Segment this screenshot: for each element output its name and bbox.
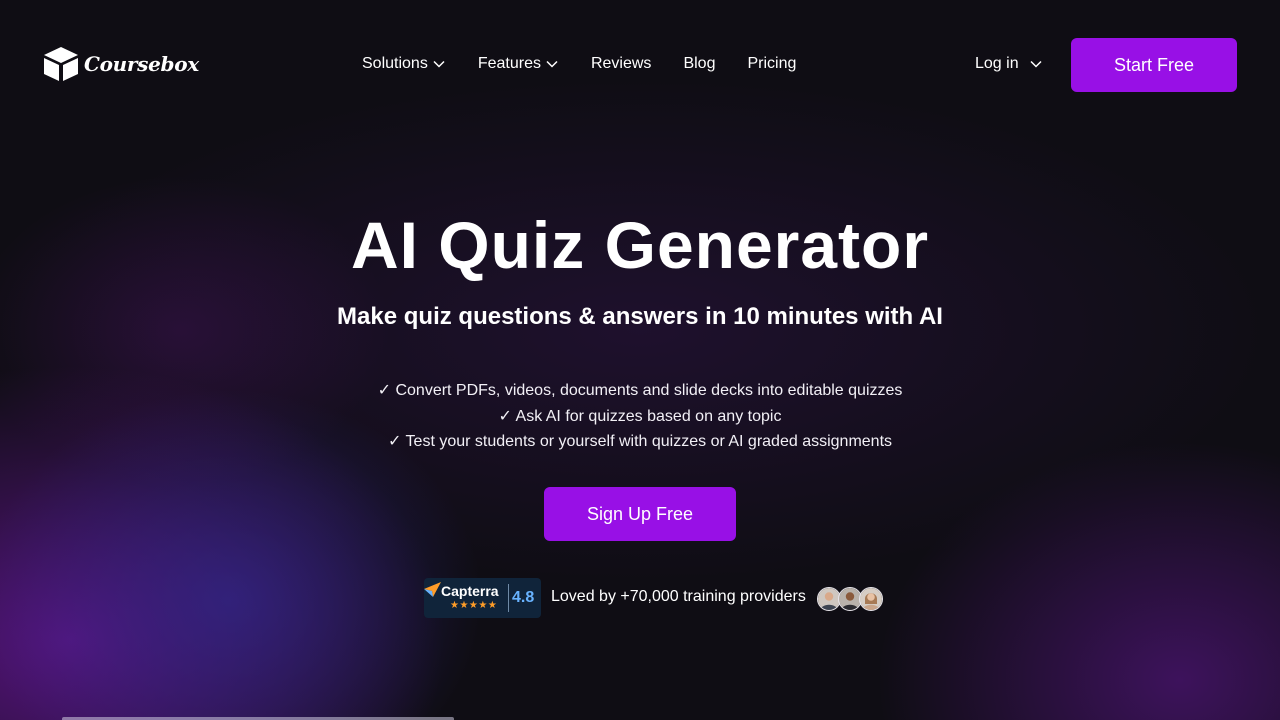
main-nav: Solutions Features Reviews Blog Pricing — [362, 54, 796, 74]
badge-divider — [508, 584, 509, 612]
capterra-name: Capterra — [441, 583, 499, 599]
benefit-list: ✓ Convert PDFs, videos, documents and sl… — [0, 378, 1280, 455]
nav-reviews[interactable]: Reviews — [591, 54, 651, 74]
nav-blog[interactable]: Blog — [683, 54, 715, 74]
box-logo-icon — [44, 47, 78, 81]
nav-solutions[interactable]: Solutions — [362, 54, 446, 74]
user-avatar-icon — [839, 588, 861, 610]
nav-pricing-label: Pricing — [747, 55, 797, 72]
coursebox-logo[interactable]: Coursebox — [42, 45, 199, 83]
benefit-item: ✓ Test your students or yourself with qu… — [387, 433, 893, 450]
page-title: AI Quiz Generator — [350, 208, 930, 282]
chevron-down-icon — [546, 60, 558, 68]
capterra-arrow-icon — [424, 582, 441, 597]
loved-by-text: Loved by +70,000 training providers — [551, 588, 806, 605]
sign-up-free-button[interactable]: Sign Up Free — [544, 487, 736, 541]
avatar-group — [817, 587, 883, 611]
login-label: Log in — [975, 55, 1019, 72]
nav-solutions-label: Solutions — [362, 55, 428, 72]
rating-stars: ★★★★★ — [450, 600, 498, 611]
avatar — [859, 587, 883, 611]
hero-subtitle: Make quiz questions & answers in 10 minu… — [337, 303, 943, 330]
capterra-badge[interactable]: Capterra ★★★★★ 4.8 — [424, 578, 541, 618]
benefit-item: ✓ Ask AI for quizzes based on any topic — [498, 407, 782, 425]
start-free-button[interactable]: Start Free — [1071, 38, 1237, 92]
logo-text: Coursebox — [84, 52, 199, 76]
nav-features[interactable]: Features — [478, 54, 559, 74]
benefit-item: ✓ Convert PDFs, videos, documents and sl… — [377, 382, 903, 399]
login-menu[interactable]: Log in — [975, 54, 1043, 74]
nav-blog-label: Blog — [683, 55, 716, 72]
nav-reviews-label: Reviews — [590, 55, 652, 72]
chevron-down-icon — [1030, 60, 1042, 68]
user-avatar-icon — [860, 588, 882, 610]
site-header: Coursebox Solutions Features Reviews Blo… — [0, 0, 1280, 128]
chevron-down-icon — [433, 60, 445, 68]
capterra-rating: 4.8 — [512, 589, 535, 606]
nav-pricing[interactable]: Pricing — [747, 54, 796, 74]
nav-features-label: Features — [477, 55, 541, 72]
user-avatar-icon — [818, 588, 840, 610]
